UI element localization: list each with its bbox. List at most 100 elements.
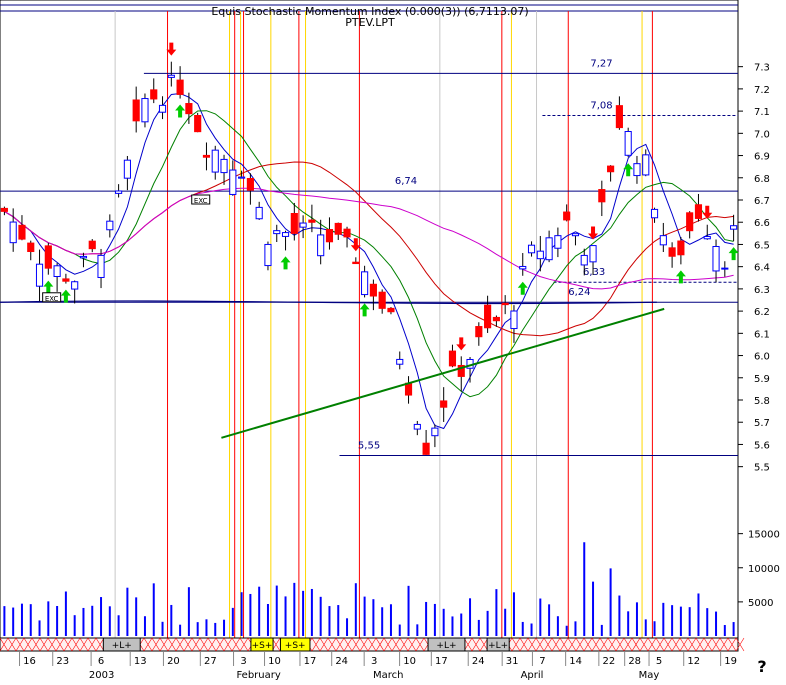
price-tick-label: 6.2 — [754, 307, 770, 318]
trend-line — [221, 307, 665, 439]
candle-body — [246, 178, 254, 191]
buy-arrow-icon — [60, 289, 71, 303]
candle-body — [308, 219, 316, 223]
price-tick-label: 5.9 — [754, 374, 770, 385]
candle-body — [387, 307, 395, 313]
candle-body — [229, 169, 237, 195]
candle-body — [352, 261, 360, 265]
day-label: 6 — [98, 656, 104, 667]
candle-body — [484, 304, 492, 329]
exc-label: EXC — [194, 197, 208, 205]
month-label: February — [236, 670, 280, 681]
candle-body — [115, 190, 123, 194]
day-label: 12 — [687, 656, 700, 667]
candle-body — [299, 222, 307, 228]
day-label: 16 — [23, 656, 36, 667]
price-tick-label: 5.8 — [754, 396, 770, 407]
candle-body — [9, 221, 17, 244]
month-label: May — [639, 670, 660, 681]
candle-body — [650, 208, 659, 219]
price-tick-label: 6.7 — [754, 196, 770, 207]
candle-body — [492, 316, 500, 322]
candle-body — [712, 246, 720, 272]
price-tick-label: 6.0 — [754, 352, 770, 363]
price-tick-label: 5.5 — [754, 463, 770, 474]
candle-body — [378, 291, 386, 309]
exc-label: EXC — [45, 295, 59, 303]
candle-body — [519, 265, 527, 270]
price-tick-label: 6.6 — [754, 218, 770, 229]
candle-body — [580, 254, 588, 266]
price-tick-label: 7.1 — [754, 107, 770, 118]
candle-body — [194, 114, 202, 133]
candle-body — [255, 206, 263, 220]
candle-body — [598, 189, 606, 203]
candle-body — [290, 212, 298, 234]
price-tick-label: 7.0 — [754, 129, 770, 140]
day-label: 19 — [724, 656, 737, 667]
signal-band-label: +L+ — [488, 641, 508, 651]
candle-body — [202, 154, 211, 158]
volume-tick-label: 5000 — [748, 598, 773, 609]
candle-body — [167, 74, 175, 78]
candle-body — [88, 240, 96, 250]
candle-body — [589, 245, 597, 263]
candle-body — [563, 211, 571, 221]
price-tick-label: 6.1 — [754, 329, 770, 340]
candle-body — [369, 283, 377, 297]
month-label: 2003 — [89, 670, 114, 681]
day-label: 27 — [204, 656, 217, 667]
day-label: 22 — [602, 656, 615, 667]
day-label: 24 — [335, 656, 348, 667]
candle-body — [404, 382, 413, 396]
day-label: 3 — [371, 656, 377, 667]
candle-body — [615, 105, 623, 129]
question-mark-icon[interactable]: ? — [753, 657, 771, 677]
price-tick-label: 5.6 — [754, 440, 770, 451]
candle-body — [71, 281, 79, 290]
price-level-label: 6,33 — [583, 267, 605, 278]
candle-body — [264, 243, 272, 267]
price-tick-label: 6.8 — [754, 174, 770, 185]
candle-body — [554, 235, 562, 249]
price-level-label: 7,27 — [590, 58, 612, 69]
volume-tick-label: 15000 — [748, 530, 780, 541]
candle-body — [448, 350, 457, 367]
price-tick-label: 7.2 — [754, 85, 770, 96]
candle-body — [79, 255, 88, 259]
day-label: 3 — [240, 656, 246, 667]
stock-chart[interactable]: 7,27 7,08 6,74 6,33 6,24 5,55 EXC EXC 7.3 7.2 7.… — [0, 0, 786, 681]
day-label: 13 — [134, 656, 147, 667]
candle-body — [325, 229, 334, 243]
candle-body — [35, 263, 44, 287]
day-label: 20 — [167, 656, 180, 667]
candle-body — [659, 235, 667, 246]
candle-body — [422, 442, 430, 455]
candle-body — [510, 310, 518, 330]
candle-body — [220, 158, 228, 174]
price-level-label: 6,24 — [568, 287, 590, 298]
moving-average-medium — [4, 110, 734, 398]
candle-body — [0, 207, 8, 212]
candle-body — [273, 230, 281, 235]
candle-body — [633, 163, 641, 177]
candle-body — [97, 254, 105, 278]
price-tick-label: 7.3 — [754, 63, 770, 74]
chart-canvas[interactable]: 7,27 7,08 6,74 6,33 6,24 5,55 EXC EXC 7.3 7.2 7.… — [0, 0, 786, 681]
candle-body — [158, 104, 167, 113]
candle-body — [317, 234, 325, 257]
day-label: 5 — [656, 656, 662, 667]
signal-band-label: +L+ — [112, 641, 132, 651]
day-label: 23 — [56, 656, 69, 667]
candle-body — [176, 79, 184, 95]
signal-band-label: +L+ — [436, 641, 456, 651]
candle-body — [730, 225, 738, 230]
day-label: 10 — [268, 656, 281, 667]
candle-body — [536, 250, 544, 260]
month-label: March — [373, 670, 403, 681]
volume-tick-label: 10000 — [748, 564, 780, 575]
candle-body — [703, 236, 711, 240]
buy-arrow-icon — [175, 104, 186, 118]
candle-body — [396, 358, 404, 365]
candle-body — [141, 98, 149, 123]
